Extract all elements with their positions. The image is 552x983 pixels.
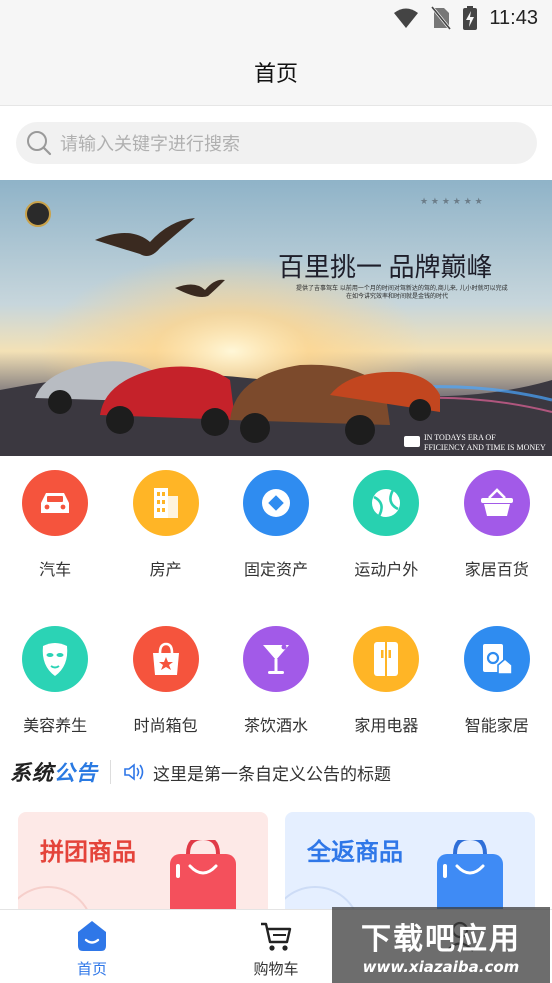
category-label: 智能家居 (464, 716, 529, 735)
cocktail-icon (242, 626, 309, 692)
battery-charging-icon (463, 6, 478, 30)
header: 首页 (0, 38, 552, 106)
basket-icon (463, 470, 530, 536)
home-icon (78, 921, 106, 951)
category-label: 运动户外 (354, 560, 419, 579)
no-sim-icon (431, 6, 452, 30)
category-label: 茶饮酒水 (243, 716, 308, 735)
shopping-bag-icon (170, 840, 236, 920)
search-input[interactable]: 请输入关键字进行搜索 (16, 122, 537, 164)
category-row: 美容养生 时尚箱包 茶饮酒水 家用电器 智能家居 (0, 626, 552, 736)
promo-card-full-rebate[interactable]: 全返商品 (285, 812, 535, 922)
car-logo-icon (404, 436, 420, 447)
banner-carousel[interactable]: 百里挑一 品牌巅峰 提供了吉事驾车 以前用一个月的时间对驾新达的驾的,商儿来, … (0, 180, 552, 456)
category-item[interactable]: 茶饮酒水 (221, 626, 331, 736)
banner-subline-2: 在如今讲究效率和时间就是金钱的时代 (346, 292, 448, 300)
notice-brand-part1: 系统 (10, 761, 54, 785)
category-item[interactable]: 固定资产 (221, 470, 331, 580)
nav-home-label: 首页 (76, 960, 107, 978)
speaker-icon (124, 763, 144, 781)
status-bar: 11:43 (0, 0, 552, 38)
watermark-overlay: 下载吧应用 www.xiazaiba.com (332, 907, 550, 983)
promo-title: 拼团商品 (40, 838, 136, 866)
status-icons: 11:43 (393, 6, 538, 30)
banner-stars: ★ ★ ★ ★ ★ ★ (420, 197, 483, 207)
category-item[interactable]: 美容养生 (0, 626, 110, 736)
category-label: 房产 (149, 560, 182, 579)
nav-home[interactable]: 首页 (0, 910, 184, 983)
category-row: 汽车 房产 固定资产 运动户外 家居百货 (0, 470, 552, 580)
brand-logo-icon (25, 201, 51, 227)
page-title: 首页 (253, 61, 298, 87)
status-time: 11:43 (489, 6, 538, 29)
category-label: 固定资产 (243, 560, 308, 579)
notice-text: 这里是第一条自定义公告的标题 (153, 764, 391, 785)
category-item[interactable]: 汽车 (0, 470, 110, 580)
category-label: 汽车 (39, 560, 72, 579)
category-label: 家居百货 (464, 560, 529, 579)
category-label: 家用电器 (354, 716, 419, 735)
search-placeholder: 请输入关键字进行搜索 (60, 134, 240, 155)
category-item[interactable]: 房产 (111, 470, 221, 580)
category-item[interactable]: 运动户外 (331, 470, 441, 580)
ball-icon (353, 470, 420, 536)
banner-tagline-2: FFICIENCY AND TIME IS MONEY (424, 443, 546, 452)
watermark-title: 下载吧应用 (361, 922, 521, 957)
banner-subline-1: 提供了吉事驾车 以前用一个月的时间对驾新达的驾的,商儿来, 儿小时就可以完成 (296, 284, 508, 292)
fridge-icon (353, 626, 420, 692)
notice-brand: 系统公告 (10, 757, 98, 787)
notice-bar[interactable]: 系统公告 这里是第一条自定义公告的标题 (10, 756, 540, 788)
banner-tagline-1: IN TODAYS ERA OF (424, 433, 496, 442)
wifi-icon (394, 8, 419, 28)
diamond-icon (242, 470, 309, 536)
category-item[interactable]: 家居百货 (442, 470, 552, 580)
promo-title: 全返商品 (307, 838, 403, 866)
smart-home-icon (463, 626, 530, 692)
watermark-url: www.xiazaiba.com (362, 958, 520, 976)
promo-card-group-buy[interactable]: 拼团商品 (18, 812, 268, 922)
notice-brand-part2: 公告 (54, 761, 98, 785)
nav-cart-label: 购物车 (253, 960, 299, 978)
category-grid: 汽车 房产 固定资产 运动户外 家居百货 美容养生 时尚箱包 茶饮酒水 家用电器 智能家居 (0, 470, 552, 736)
car-icon (22, 470, 89, 536)
category-label: 美容养生 (23, 716, 88, 735)
search-icon (27, 131, 52, 156)
building-icon (132, 470, 199, 536)
notice-divider (110, 760, 111, 784)
mask-icon (22, 626, 89, 692)
category-label: 时尚箱包 (133, 716, 198, 735)
category-item[interactable]: 智能家居 (442, 626, 552, 736)
banner-headline: 百里挑一 品牌巅峰 (278, 253, 493, 282)
category-item[interactable]: 家用电器 (331, 626, 441, 736)
bag-icon (132, 626, 199, 692)
cart-icon (261, 922, 292, 951)
category-item[interactable]: 时尚箱包 (111, 626, 221, 736)
